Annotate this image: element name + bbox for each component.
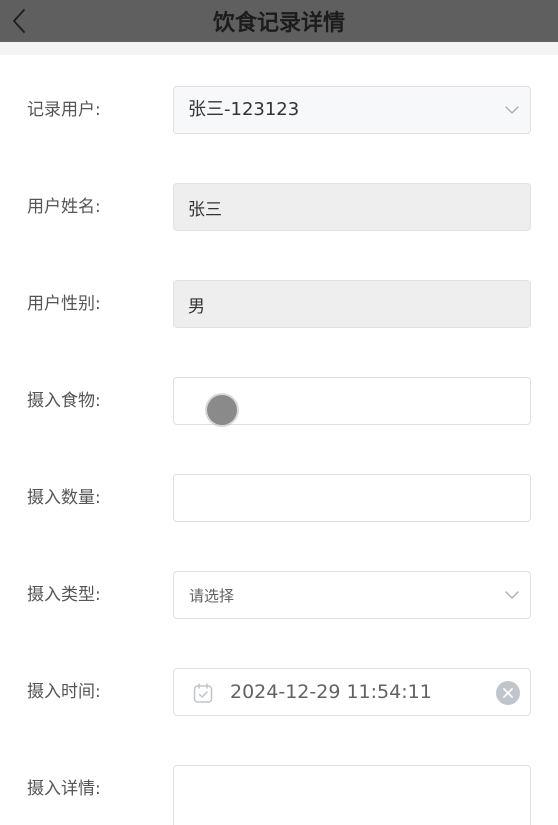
form-row-food: 摄入食物:: [0, 377, 558, 425]
page-title: 饮食记录详情: [212, 11, 345, 36]
intake-type-select[interactable]: 请选择: [173, 571, 531, 619]
intake-type-placeholder: 请选择: [189, 587, 235, 605]
form-row-user-gender: 用户性别:: [0, 280, 558, 328]
record-user-select[interactable]: 张三-123123: [173, 86, 531, 134]
user-gender-field-box: [173, 280, 531, 328]
form-row-quantity: 摄入数量:: [0, 474, 558, 522]
record-user-value: 张三-123123: [188, 99, 300, 120]
form-row-intake-time: 摄入时间:: [0, 668, 558, 716]
chevron-down-icon: [505, 106, 519, 114]
details-field-box: [173, 765, 531, 825]
header-divider: [0, 42, 558, 55]
app-header: 饮食记录详情: [0, 0, 558, 42]
user-name-input: [174, 184, 530, 230]
food-field-box: [173, 377, 531, 425]
quantity-input[interactable]: [174, 475, 530, 521]
form-row-record-user: 记录用户: 张三-123123: [0, 86, 558, 134]
back-button[interactable]: [9, 7, 31, 35]
details-textarea[interactable]: [174, 766, 530, 825]
chevron-left-icon: [13, 9, 25, 33]
calendar-icon: [193, 683, 213, 703]
clear-circle-icon[interactable]: [495, 680, 521, 706]
form-row-details: 摄入详情:: [0, 765, 558, 825]
user-name-label: 用户姓名:: [27, 197, 101, 217]
intake-time-picker: [173, 668, 531, 716]
user-gender-label: 用户性别:: [27, 294, 101, 314]
record-user-label: 记录用户:: [27, 100, 101, 120]
quantity-field-box: [173, 474, 531, 522]
user-gender-input: [174, 281, 530, 327]
intake-time-label: 摄入时间:: [27, 682, 101, 702]
details-label: 摄入详情:: [27, 779, 101, 799]
food-input[interactable]: [174, 378, 530, 424]
form-row-user-name: 用户姓名:: [0, 183, 558, 231]
user-name-field-box: [173, 183, 531, 231]
form-row-intake-type: 摄入类型: 请选择: [0, 571, 558, 619]
intake-time-input[interactable]: [174, 669, 530, 715]
chevron-down-icon: [505, 591, 519, 599]
food-label: 摄入食物:: [27, 391, 101, 411]
quantity-label: 摄入数量:: [27, 488, 101, 508]
intake-type-label: 摄入类型:: [27, 585, 101, 605]
